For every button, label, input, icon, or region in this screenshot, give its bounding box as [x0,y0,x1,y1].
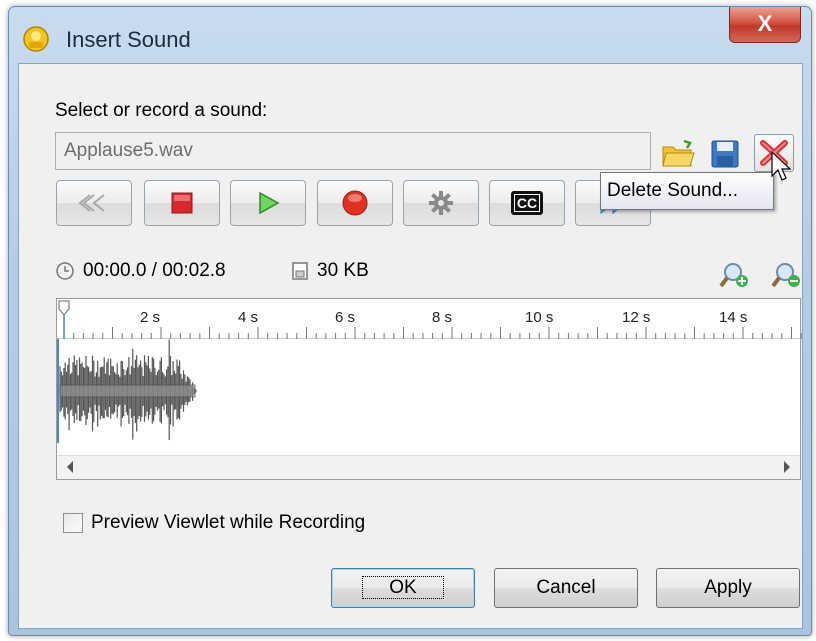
preview-viewlet-checkbox[interactable] [63,513,83,533]
play-button[interactable] [230,180,306,226]
ruler-label: 14 s [719,309,748,326]
horizontal-scrollbar[interactable] [57,455,800,479]
time-value: 00:00.0 / 00:02.8 [83,260,226,281]
time-ruler[interactable]: 2 s 4 s 6 s 8 s 10 s 12 s 14 s [57,299,802,339]
ruler-label: 2 s [140,309,161,326]
window-title: Insert Sound [66,27,191,52]
apply-button[interactable]: Apply [656,568,800,608]
ruler-ticks [58,300,802,339]
delete-sound-tooltip: Delete Sound... [600,172,774,210]
insert-sound-dialog: Insert Sound X Select or record a sound:… [8,6,812,636]
ok-button[interactable]: OK [331,568,475,608]
sound-prompt-label: Select or record a sound: [55,100,268,121]
size-value: 30 KB [317,260,369,281]
closed-captions-button[interactable]: CC [489,180,565,226]
scroll-left-icon[interactable] [67,461,73,473]
mouse-cursor-icon [771,150,792,181]
dialog-body: Select or record a sound: Applause5.wav [18,63,803,629]
ruler-label: 6 s [335,309,356,326]
title-bar[interactable]: Insert Sound X [9,7,811,63]
cancel-button[interactable]: Cancel [494,568,638,608]
zoom-in-icon[interactable] [719,260,751,290]
ruler-label: 8 s [432,309,453,326]
scroll-right-icon[interactable] [784,461,790,473]
record-button[interactable] [317,180,393,226]
size-readout: 30 KB [291,260,369,282]
stop-button[interactable] [144,180,220,226]
waveform-area[interactable] [57,339,800,443]
save-icon[interactable] [707,138,743,170]
preview-viewlet-label: Preview Viewlet while Recording [91,512,366,533]
ruler-label: 10 s [525,309,554,326]
stop-icon [171,192,193,214]
settings-button[interactable] [403,180,479,226]
time-readout: 00:00.0 / 00:02.8 [55,260,226,282]
close-button[interactable]: X [729,7,801,43]
preview-viewlet-option[interactable]: Preview Viewlet while Recording [63,512,365,534]
rewind-button[interactable] [56,180,132,226]
closed-captions-icon: CC [510,191,544,215]
waveform-timeline[interactable]: 2 s 4 s 6 s 8 s 10 s 12 s 14 s [56,298,802,480]
play-icon [259,191,280,215]
clock-icon [56,262,74,280]
open-folder-icon[interactable] [660,138,696,170]
rewind-icon [78,194,105,212]
ruler-label: 4 s [238,309,259,326]
record-icon [342,190,368,216]
waveform [57,339,198,443]
zoom-out-icon[interactable] [771,260,803,290]
settings-icon [429,191,453,215]
app-icon [22,25,50,53]
ruler-label: 12 s [622,309,651,326]
file-size-icon [292,262,308,280]
sound-file-field[interactable]: Applause5.wav [55,132,651,170]
